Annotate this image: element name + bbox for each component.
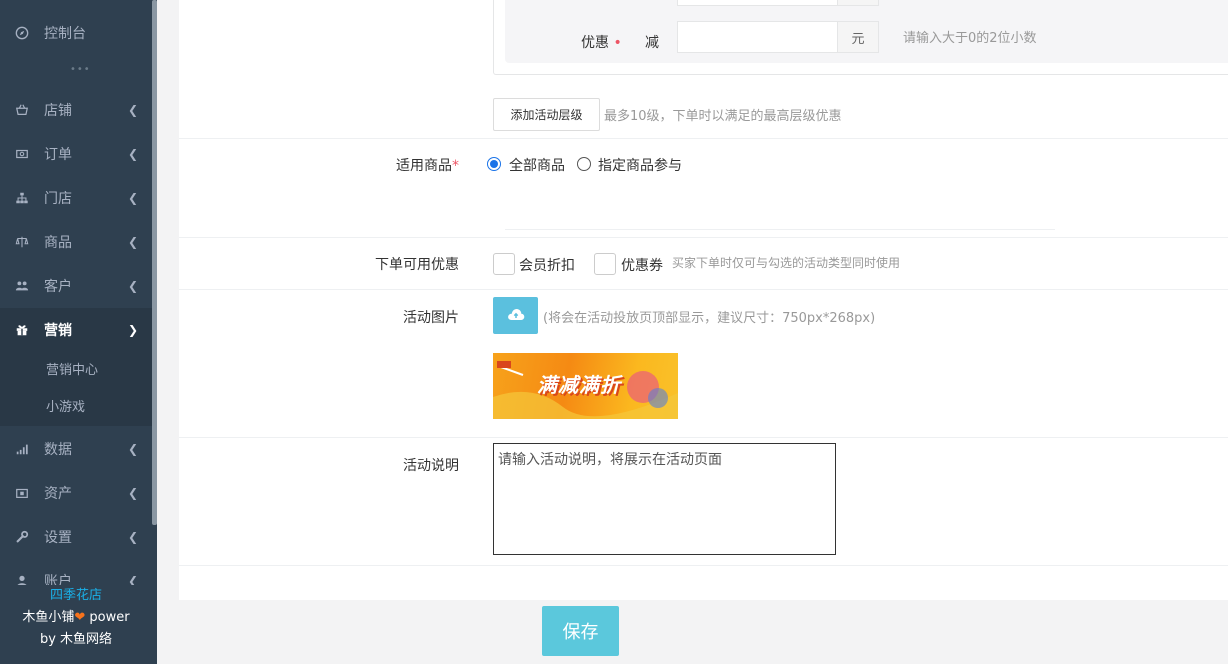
upload-button[interactable]	[493, 297, 538, 334]
required-mark: •	[613, 35, 622, 51]
sidebar-item-label: 店铺	[44, 103, 72, 119]
divider	[179, 237, 1228, 238]
bottom-action-bar	[179, 600, 1228, 664]
sidebar-item-assets[interactable]: 资产 ❮	[0, 471, 152, 515]
banner-text: 满减满折	[537, 373, 621, 397]
desc-textarea[interactable]: 请输入活动说明，将展示在活动页面	[493, 443, 836, 555]
minus-label: 减	[645, 35, 659, 51]
gift-icon	[14, 322, 30, 338]
chevron-left-icon: ❮	[127, 191, 139, 205]
sidebar-item-data[interactable]: 数据 ❮	[0, 427, 152, 471]
sitemap-icon	[14, 190, 30, 206]
shop-icon	[14, 102, 30, 118]
sidebar: 控制台 ••• 店铺 ❮ 订单 ❮ 门店 ❮ 商品 ❮ 客户 ❮ 营销 ❯ 营销…	[0, 0, 157, 664]
wrench-icon	[14, 529, 30, 545]
sidebar-item-marketing[interactable]: 营销 ❯	[0, 308, 152, 352]
checkbox-member-discount[interactable]	[493, 253, 515, 275]
chevron-left-icon: ❮	[127, 486, 139, 500]
coupon-label: 优惠券	[621, 258, 663, 274]
threshold-addon	[837, 0, 879, 6]
discount-hint: 请输入大于0的2位小数	[903, 31, 1037, 46]
sidebar-item-orders[interactable]: 订单 ❮	[0, 132, 152, 176]
sidebar-divider-dots: •••	[70, 64, 91, 75]
image-label: 活动图片	[403, 310, 459, 326]
chevron-down-icon: ❯	[127, 323, 139, 337]
money-icon	[14, 146, 30, 162]
desc-label: 活动说明	[403, 458, 459, 474]
sidebar-item-stores[interactable]: 门店 ❮	[0, 176, 152, 220]
sidebar-item-label: 订单	[44, 147, 72, 163]
chevron-left-icon: ❮	[127, 530, 139, 544]
combinable-label: 下单可用优惠	[375, 257, 459, 273]
sidebar-footer: 四季花店 木鱼小铺❤ power by 木鱼网络	[0, 585, 152, 664]
checkbox-coupon[interactable]	[594, 253, 616, 275]
sidebar-item-label: 客户	[44, 279, 72, 295]
add-tier-hint: 最多10级，下单时以满足的最高层级优惠	[604, 109, 842, 124]
divider	[179, 565, 1228, 566]
unit-addon: 元	[837, 21, 879, 53]
chevron-left-icon: ❮	[127, 103, 139, 117]
required-mark: *	[452, 158, 459, 174]
shop-name[interactable]: 四季花店	[0, 585, 152, 607]
add-tier-button[interactable]: 添加活动层级	[493, 98, 600, 131]
sidebar-item-dashboard[interactable]: 控制台	[0, 11, 152, 55]
combinable-hint: 买家下单时仅可与勾选的活动类型同时使用	[672, 256, 901, 270]
sidebar-item-settings[interactable]: 设置 ❮	[0, 515, 152, 559]
sidebar-item-label: 资产	[44, 486, 72, 502]
goods-label: 适用商品*	[396, 158, 459, 174]
radio-all-goods-label: 全部商品	[509, 158, 565, 174]
sidebar-item-label: 门店	[44, 191, 72, 207]
users-icon	[14, 278, 30, 294]
balance-icon	[14, 234, 30, 250]
discount-label: 优惠 •	[581, 35, 622, 51]
divider	[505, 229, 1055, 230]
brand-name: 木鱼小铺	[22, 610, 75, 625]
divider	[179, 289, 1228, 290]
sidebar-item-shop[interactable]: 店铺 ❮	[0, 88, 152, 132]
radio-specified-goods[interactable]	[577, 157, 591, 171]
submenu-item-mini-games[interactable]: 小游戏	[46, 390, 85, 426]
sidebar-item-label: 控制台	[44, 26, 86, 42]
submenu-item-marketing-center[interactable]: 营销中心	[46, 353, 98, 389]
sidebar-item-label: 数据	[44, 442, 72, 458]
main-gutter	[157, 0, 179, 664]
sidebar-item-label: 营销	[44, 323, 72, 339]
chevron-left-icon: ❮	[127, 235, 139, 249]
radio-specified-goods-label: 指定商品参与	[598, 158, 682, 174]
sidebar-item-customers[interactable]: 客户 ❮	[0, 264, 152, 308]
threshold-input[interactable]	[677, 0, 838, 6]
member-discount-label: 会员折扣	[519, 258, 575, 274]
image-hint: (将会在活动投放页顶部显示，建议尺寸：750px*268px)	[543, 311, 876, 326]
cloud-upload-icon	[507, 307, 525, 325]
wallet-icon	[14, 485, 30, 501]
sidebar-item-label: 设置	[44, 530, 72, 546]
save-button[interactable]: 保存	[542, 606, 619, 656]
radio-all-goods[interactable]	[487, 157, 501, 171]
compass-icon	[14, 25, 30, 41]
marketing-submenu: 营销中心 小游戏	[0, 352, 152, 426]
sidebar-item-goods[interactable]: 商品 ❮	[0, 220, 152, 264]
by-line: by 木鱼网络	[39, 632, 113, 647]
chevron-left-icon: ❮	[127, 442, 139, 456]
divider	[179, 437, 1228, 438]
heart-icon: ❤	[74, 610, 86, 625]
discount-amount-input[interactable]	[677, 21, 838, 53]
activity-banner-image: 满减满折	[493, 353, 678, 419]
chevron-left-icon: ❮	[127, 279, 139, 293]
brand-line: 木鱼小铺❤ power	[0, 607, 152, 629]
divider	[179, 138, 1228, 139]
bar-chart-icon	[14, 441, 30, 457]
chevron-left-icon: ❮	[127, 147, 139, 161]
sidebar-item-label: 商品	[44, 235, 72, 251]
power-text: power	[85, 610, 130, 625]
